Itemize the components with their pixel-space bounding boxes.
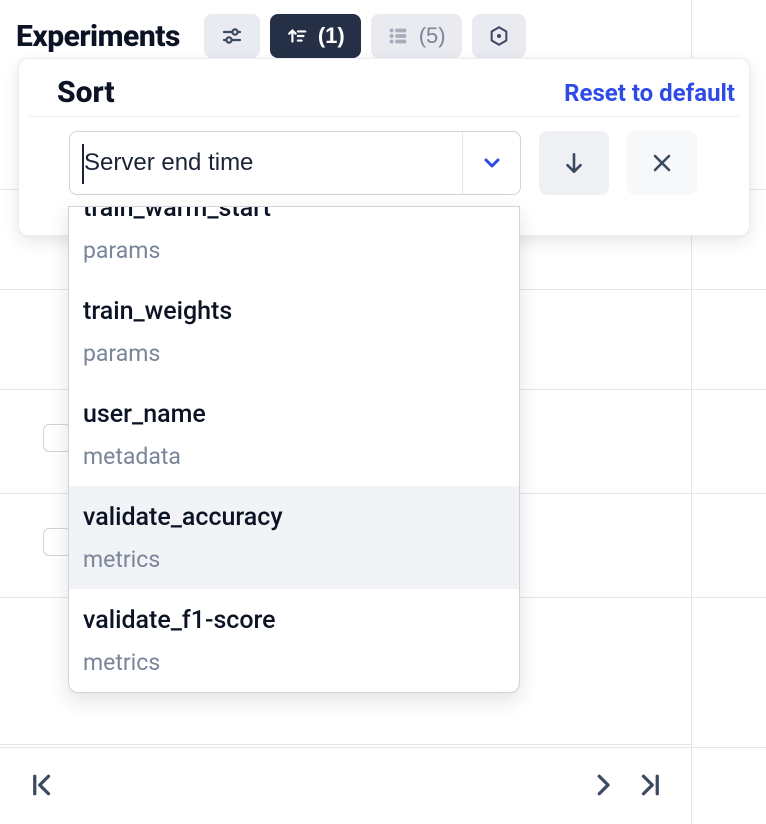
arrow-down-icon [561, 150, 587, 176]
sort-direction-button[interactable] [539, 131, 609, 195]
first-page-button[interactable] [26, 770, 56, 800]
sort-field-combobox[interactable] [69, 131, 521, 195]
toolbar-group-button[interactable]: (5) [371, 14, 462, 58]
last-page-icon [636, 770, 666, 800]
option-label: validate_f1-score [83, 606, 505, 635]
toolbar-sliders-button[interactable] [204, 14, 260, 58]
sliders-icon [220, 24, 244, 48]
option-validate-f1-score[interactable]: validate_f1-score metrics [69, 589, 519, 692]
hexagon-icon [488, 25, 510, 47]
first-page-icon [26, 770, 56, 800]
pagination-right [588, 770, 666, 800]
combobox-toggle[interactable] [462, 132, 520, 194]
sort-count: (1) [318, 23, 345, 49]
next-page-button[interactable] [588, 770, 618, 800]
toolbar-columns-button[interactable] [472, 14, 526, 58]
last-page-button[interactable] [636, 770, 666, 800]
remove-sort-button[interactable] [627, 131, 697, 195]
sort-title: Sort [57, 75, 115, 110]
pagination-left [26, 770, 56, 800]
sort-field-dropdown: train_warm_start params train_weights pa… [68, 206, 520, 693]
toolbar-sort-button[interactable]: (1) [270, 14, 361, 58]
option-validate-accuracy[interactable]: validate_accuracy metrics [69, 486, 519, 589]
group-icon [387, 25, 409, 47]
option-label: user_name [83, 400, 505, 429]
option-label: train_weights [83, 297, 505, 326]
text-cursor [82, 144, 84, 184]
toolbar: (1) (5) [204, 14, 526, 58]
option-user-name[interactable]: user_name metadata [69, 383, 519, 486]
option-train-warm-start[interactable]: train_warm_start params [69, 206, 519, 280]
page-title: Experiments [16, 19, 180, 54]
reset-to-default-link[interactable]: Reset to default [564, 79, 735, 107]
sort-controls-row [39, 131, 729, 195]
option-label: train_warm_start [83, 206, 505, 223]
chevron-right-icon [588, 770, 618, 800]
option-train-weights[interactable]: train_weights params [69, 280, 519, 383]
sort-icon [286, 25, 308, 47]
pagination [0, 744, 692, 824]
chevron-down-icon [480, 151, 504, 175]
sort-panel-header: Sort Reset to default [29, 69, 739, 117]
option-category: params [83, 237, 505, 264]
group-count: (5) [419, 23, 446, 49]
option-category: metrics [83, 546, 505, 573]
option-category: params [83, 340, 505, 367]
sort-field-input[interactable] [84, 132, 462, 194]
close-icon [650, 151, 674, 175]
option-category: metadata [83, 443, 505, 470]
option-label: validate_accuracy [83, 503, 505, 532]
option-category: metrics [83, 649, 505, 676]
